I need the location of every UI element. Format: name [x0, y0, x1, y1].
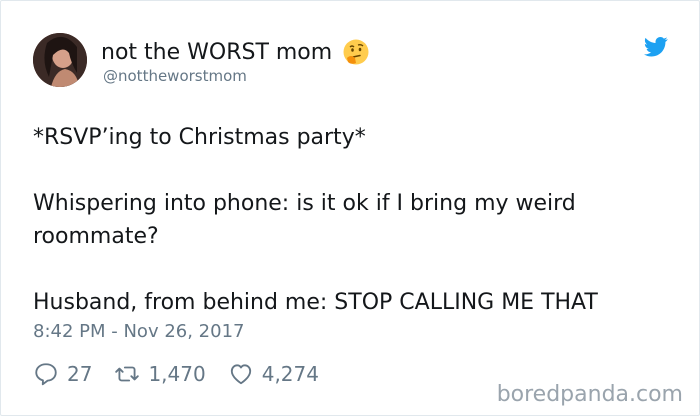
retweet-button[interactable]: 1,470: [114, 361, 206, 387]
retweet-icon: [115, 366, 140, 382]
watermark-logo: boredpanda.com: [496, 382, 683, 407]
like-count: 4,274: [261, 362, 319, 386]
thinking-face-icon: [343, 39, 369, 65]
twitter-bird-icon[interactable]: [644, 37, 668, 57]
name-row: not the WORST mom: [101, 37, 370, 67]
display-name[interactable]: not the WORST mom: [101, 40, 332, 65]
tweet-line-3: Husband, from behind me: STOP CALLING ME…: [33, 290, 598, 315]
heart-icon: [230, 364, 251, 385]
reply-count: 27: [67, 362, 93, 386]
reply-icon: [35, 363, 57, 386]
reply-button[interactable]: 27: [33, 361, 92, 387]
like-button[interactable]: 4,274: [228, 361, 319, 387]
tweet-timestamp[interactable]: 8:42 PM - Nov 26, 2017: [33, 321, 244, 342]
tweet-line-1: *RSVP’ing to Christmas party*: [33, 125, 366, 150]
tweet-card: not the WORST mom @nottheworstmom *RSVP’…: [0, 0, 700, 416]
user-handle[interactable]: @nottheworstmom: [103, 67, 247, 85]
tweet-line-2: Whispering into phone: is it ok if I bri…: [33, 191, 576, 249]
action-bar: 27 1,470 4,274: [33, 359, 341, 389]
avatar-image: [33, 33, 87, 87]
tweet-text: *RSVP’ing to Christmas party* Whispering…: [33, 121, 673, 319]
retweet-count: 1,470: [148, 362, 206, 386]
avatar[interactable]: [33, 33, 87, 87]
